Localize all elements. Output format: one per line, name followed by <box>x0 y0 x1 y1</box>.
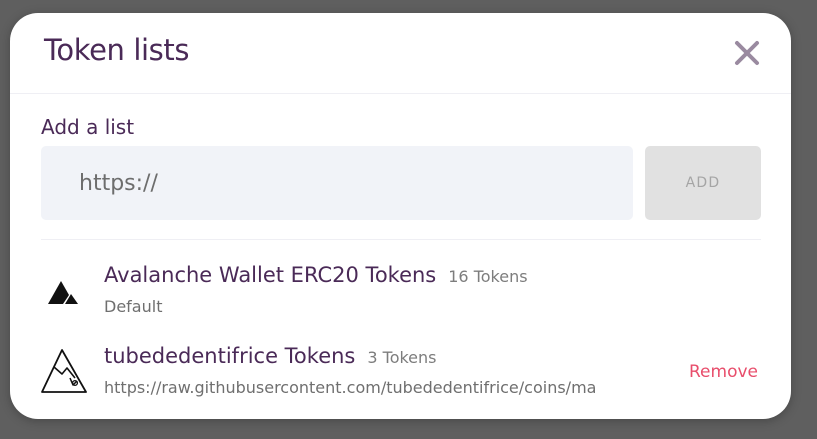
token-list-name-text: Avalanche Wallet ERC20 Tokens <box>104 263 437 287</box>
avalanche-logo-icon <box>40 265 88 313</box>
token-list-subtitle: Default <box>104 297 163 316</box>
token-list-item: tubededentifrice Tokens 3 Tokens https://… <box>10 333 791 403</box>
mountain-outline-icon <box>40 347 88 395</box>
token-list-name: tubededentifrice Tokens 3 Tokens <box>104 344 437 368</box>
token-list-name-text: tubededentifrice Tokens <box>104 344 356 368</box>
close-icon[interactable] <box>733 39 761 67</box>
token-count: 3 Tokens <box>367 348 437 367</box>
remove-button[interactable]: Remove <box>689 362 758 382</box>
add-button[interactable]: ADD <box>645 146 761 220</box>
divider <box>41 239 761 240</box>
modal-header: Token lists <box>10 13 791 94</box>
add-list-label: Add a list <box>41 115 135 139</box>
token-count: 16 Tokens <box>448 267 528 286</box>
token-list-url: https://raw.githubusercontent.com/tubede… <box>104 378 597 397</box>
token-list-name: Avalanche Wallet ERC20 Tokens 16 Tokens <box>104 263 528 287</box>
list-url-input[interactable] <box>41 146 633 220</box>
token-lists-modal: Token lists Add a list ADD Avalanche Wal… <box>10 13 791 419</box>
token-list-item: Avalanche Wallet ERC20 Tokens 16 Tokens D… <box>10 252 791 322</box>
modal-title: Token lists <box>44 33 190 67</box>
